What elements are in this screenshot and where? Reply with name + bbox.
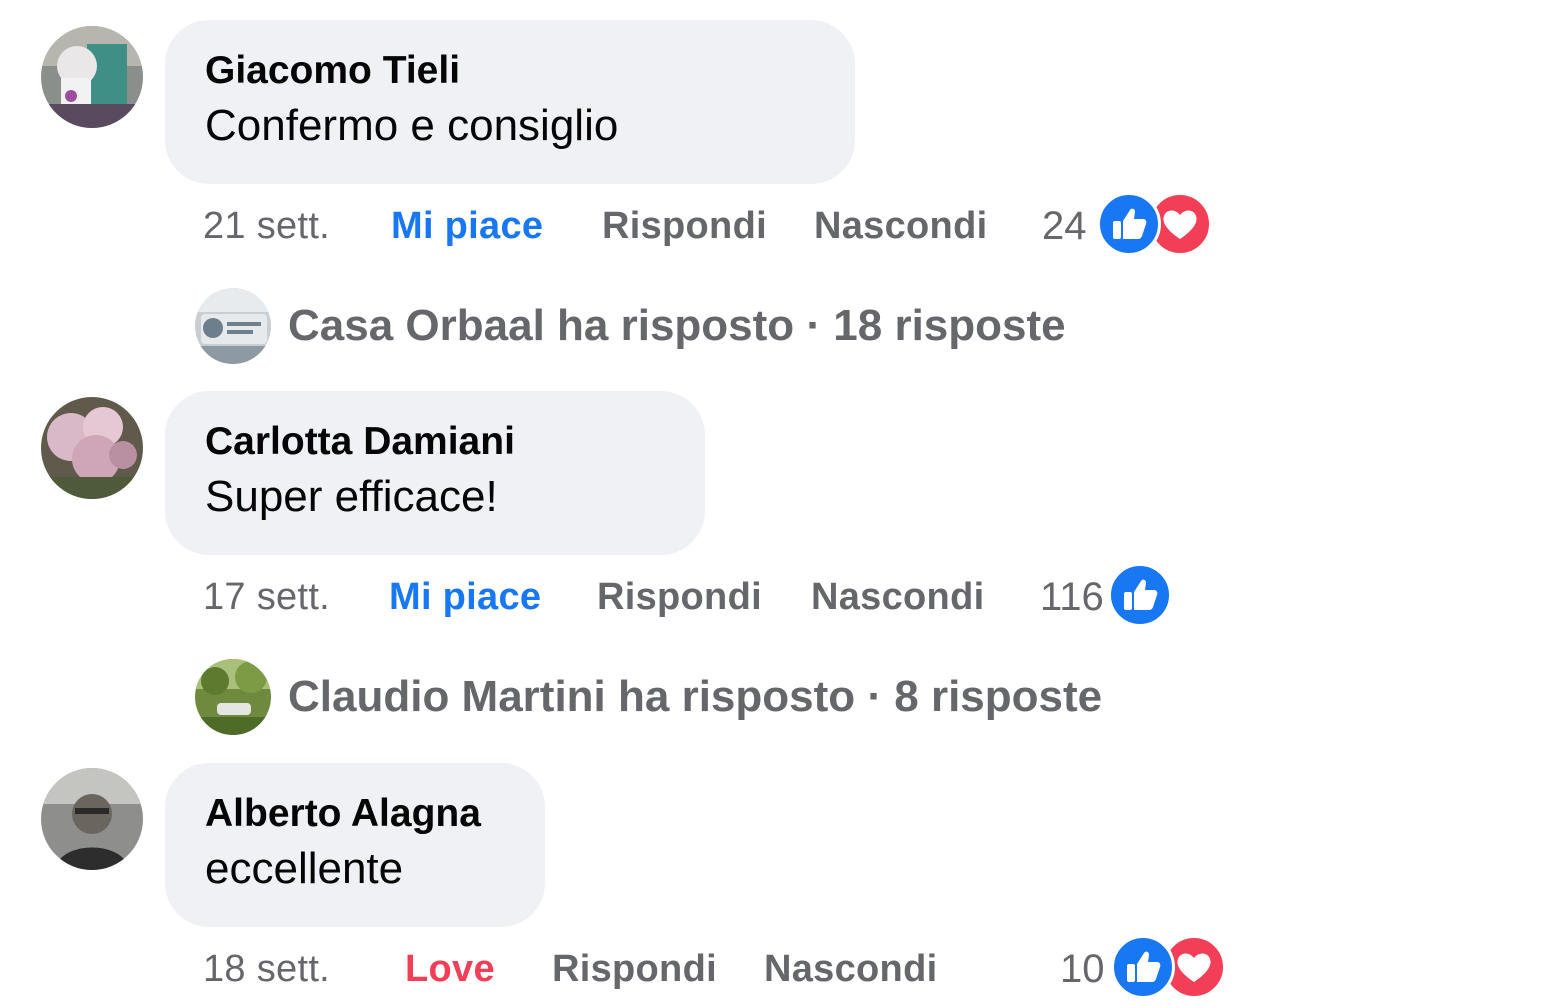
comment-author[interactable]: Alberto Alagna: [205, 791, 505, 837]
avatar: [195, 659, 271, 735]
comment-text: eccellente: [205, 844, 404, 893]
like-icon: [1097, 192, 1161, 256]
like-button[interactable]: Mi piace: [391, 198, 543, 254]
avatar: [195, 288, 271, 364]
comment-actions: 21 sett. Mi piace Rispondi Nascondi 24: [0, 192, 1560, 256]
hide-button[interactable]: Nascondi: [811, 569, 984, 625]
comment-actions: 17 sett. Mi piace Rispondi Nascondi 116: [0, 563, 1560, 627]
love-button[interactable]: Love: [405, 941, 495, 997]
reaction-count[interactable]: 24: [1042, 198, 1087, 254]
comment-actions: 18 sett. Love Rispondi Nascondi 10: [0, 935, 1560, 999]
like-button[interactable]: Mi piace: [389, 569, 541, 625]
comment-text: Super efficace!: [205, 472, 498, 521]
reaction-count[interactable]: 116: [1040, 569, 1104, 625]
comments-page: Giacomo Tieli Confermo e consiglio 21 se…: [0, 0, 1560, 1008]
comment-timestamp[interactable]: 18 sett.: [203, 941, 330, 997]
replies-summary[interactable]: Casa Orbaal ha risposto · 18 risposte: [288, 296, 1066, 356]
like-icon: [1111, 935, 1175, 999]
like-icon: [1108, 563, 1172, 627]
reply-button[interactable]: Rispondi: [597, 569, 762, 625]
comment-bubble: Giacomo Tieli Confermo e consiglio: [165, 20, 855, 184]
replies-link[interactable]: Casa Orbaal ha risposto · 18 risposte: [195, 288, 1495, 366]
replies-link[interactable]: Claudio Martini ha risposto · 8 risposte: [195, 659, 1495, 737]
comment-bubble: Carlotta Damiani Super efficace!: [165, 391, 705, 555]
comment-author[interactable]: Giacomo Tieli: [205, 48, 815, 94]
hide-button[interactable]: Nascondi: [764, 941, 937, 997]
comment-author[interactable]: Carlotta Damiani: [205, 419, 665, 465]
avatar[interactable]: [41, 768, 143, 870]
reaction-count[interactable]: 10: [1060, 941, 1105, 997]
comment-timestamp[interactable]: 17 sett.: [203, 569, 330, 625]
comment-bubble: Alberto Alagna eccellente: [165, 763, 545, 927]
comment-timestamp[interactable]: 21 sett.: [203, 198, 330, 254]
avatar[interactable]: [41, 397, 143, 499]
reply-button[interactable]: Rispondi: [602, 198, 767, 254]
replies-summary[interactable]: Claudio Martini ha risposto · 8 risposte: [288, 667, 1102, 727]
comment-text: Confermo e consiglio: [205, 101, 619, 150]
hide-button[interactable]: Nascondi: [814, 198, 987, 254]
avatar[interactable]: [41, 26, 143, 128]
reply-button[interactable]: Rispondi: [552, 941, 717, 997]
